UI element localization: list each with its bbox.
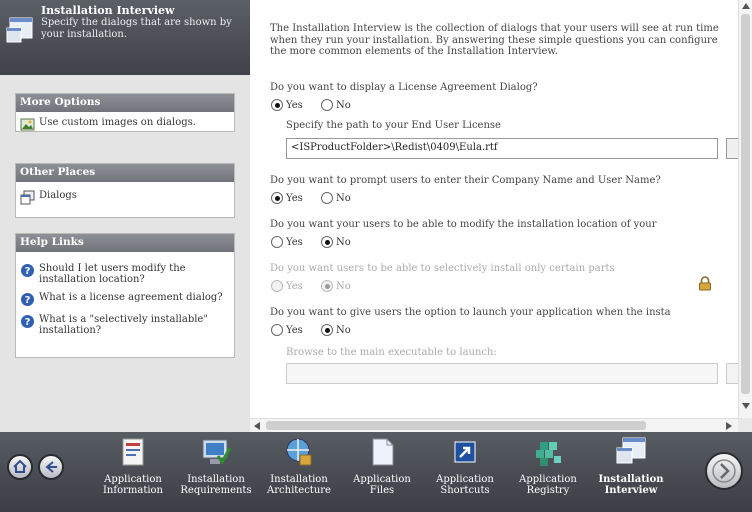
question-launch-app: Do you want to give users the option to … (270, 307, 671, 318)
vertical-scroll-thumb[interactable] (741, 14, 750, 394)
home-icon (13, 459, 27, 473)
back-arrow-icon (45, 461, 57, 473)
modify-location-no-radio[interactable]: No (321, 236, 351, 248)
other-places-panel: Other Places Dialogs (15, 163, 235, 218)
application-information-icon (122, 438, 144, 466)
launch-app-yes-radio[interactable]: Yes (271, 324, 303, 336)
lock-icon (699, 276, 711, 291)
bottom-navigation-bar: Application Information Installation Requi… (0, 432, 752, 512)
help-icon: ? (21, 264, 34, 277)
nav-application-shortcuts[interactable]: Application Shortcuts (423, 436, 507, 496)
home-button[interactable] (7, 454, 33, 480)
help-links-panel: Help Links ? Should I let users modify t… (15, 233, 235, 358)
sidebar-item-label: Dialogs (39, 190, 77, 201)
scroll-up-arrow-icon[interactable] (742, 3, 750, 9)
company-no-radio[interactable]: No (321, 192, 351, 204)
license-path-input[interactable]: <ISProductFolder>\Redist\0409\Eula.rtf (286, 138, 718, 159)
help-link-license-agreement[interactable]: ? What is a license agreement dialog? (16, 292, 234, 307)
installation-requirements-icon (202, 439, 232, 465)
image-icon (20, 118, 35, 131)
application-registry-icon (536, 442, 561, 466)
selective-install-no-radio[interactable]: No (321, 280, 351, 292)
license-browse-button[interactable] (726, 138, 738, 159)
installation-interview-icon (616, 437, 646, 464)
horizontal-scroll-thumb[interactable] (266, 421, 646, 430)
vertical-scrollbar[interactable] (738, 0, 752, 418)
selective-install-yes-radio[interactable]: Yes (271, 280, 303, 292)
nav-installation-requirements[interactable]: Installation Requirements (174, 436, 258, 496)
page-header: Installation Interview Specify the dialo… (0, 0, 250, 75)
nav-installation-architecture[interactable]: Installation Architecture (257, 436, 341, 496)
nav-application-registry[interactable]: Application Registry (506, 436, 590, 496)
sidebar-item-custom-images[interactable]: Use custom images on dialogs. (16, 117, 234, 132)
company-yes-radio[interactable]: Yes (271, 192, 303, 204)
question-company-name: Do you want to prompt users to enter the… (270, 175, 661, 186)
svg-text:?: ? (25, 317, 31, 328)
back-button[interactable] (38, 454, 64, 480)
other-places-title: Other Places (16, 164, 234, 182)
application-files-icon (372, 438, 394, 466)
question-license: Do you want to display a License Agreeme… (270, 82, 538, 93)
help-icon: ? (21, 315, 34, 328)
help-icon: ? (21, 293, 34, 306)
installation-interview-icon (6, 17, 33, 43)
license-yes-radio[interactable]: Yes (271, 99, 303, 111)
license-path-label: Specify the path to your End User Licens… (286, 120, 501, 131)
next-button[interactable] (705, 452, 743, 490)
license-no-radio[interactable]: No (321, 99, 351, 111)
launch-app-no-radio[interactable]: No (321, 324, 351, 336)
help-link-modify-location[interactable]: ? Should I let users modify the installa… (16, 263, 234, 285)
svg-text:?: ? (25, 295, 31, 306)
more-options-panel: More Options Use custom images on dialog… (15, 93, 235, 132)
question-modify-location: Do you want your users to be able to mod… (270, 219, 657, 230)
question-selective-install: Do you want users to be able to selectiv… (270, 263, 615, 274)
svg-text:?: ? (25, 266, 31, 277)
help-link-label: What is a "selectively installable" inst… (39, 314, 208, 336)
nav-application-files[interactable]: Application Files (340, 436, 424, 496)
modify-location-yes-radio[interactable]: Yes (271, 236, 303, 248)
intro-text: The Installation Interview is the collec… (270, 23, 719, 57)
browse-executable-label: Browse to the main executable to launch: (286, 347, 497, 358)
page-title: Installation Interview (41, 4, 175, 17)
application-shortcuts-icon (454, 441, 476, 463)
browse-executable-input[interactable] (286, 363, 718, 384)
page-subtitle: Specify the dialogs that are shown by yo… (41, 17, 232, 40)
sidebar: More Options Use custom images on dialog… (0, 75, 250, 432)
browse-executable-button[interactable] (726, 363, 738, 384)
dialogs-icon (20, 190, 35, 205)
installation-architecture-icon (286, 438, 312, 466)
sidebar-item-label: Use custom images on dialogs. (39, 117, 196, 128)
help-links-title: Help Links (16, 234, 234, 252)
main-content: The Installation Interview is the collec… (250, 0, 738, 418)
help-link-selectively-installable[interactable]: ? What is a "selectively installable" in… (16, 314, 234, 336)
horizontal-scrollbar[interactable] (250, 418, 738, 432)
nav-installation-interview[interactable]: Installation Interview (589, 436, 673, 496)
more-options-title: More Options (16, 94, 234, 112)
scroll-left-arrow-icon[interactable] (254, 422, 260, 430)
next-arrow-icon (712, 459, 736, 483)
scroll-right-arrow-icon[interactable] (726, 422, 732, 430)
scrollbar-corner (738, 418, 752, 432)
scroll-down-arrow-icon[interactable] (742, 403, 750, 409)
nav-application-information[interactable]: Application Information (91, 436, 175, 496)
help-link-label: Should I let users modify the installati… (39, 263, 186, 285)
sidebar-item-dialogs[interactable]: Dialogs (16, 190, 234, 205)
help-link-label: What is a license agreement dialog? (39, 292, 223, 303)
